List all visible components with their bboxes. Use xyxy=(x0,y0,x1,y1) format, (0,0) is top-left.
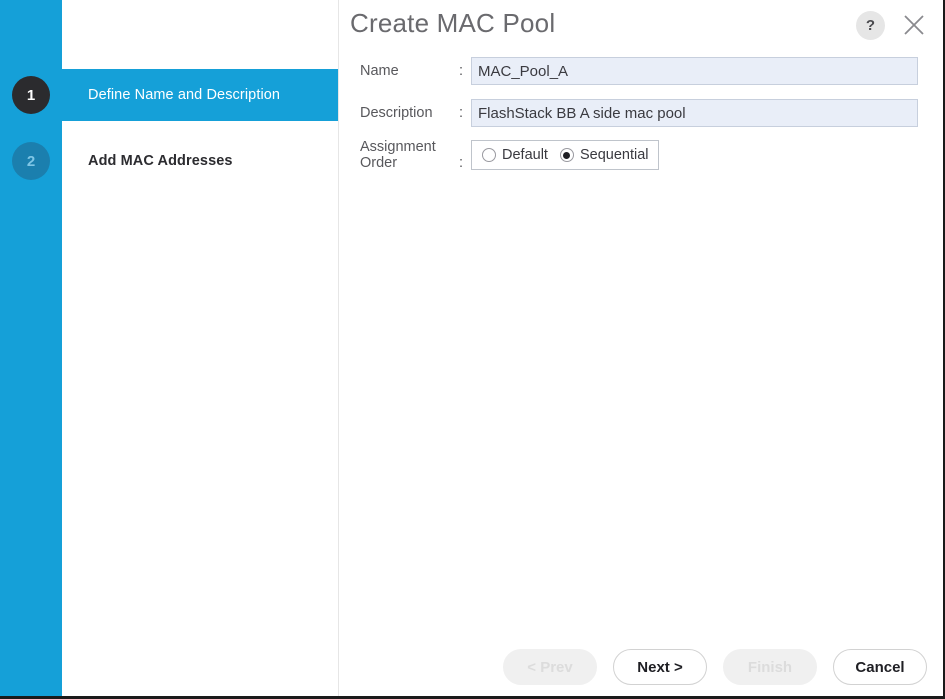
prev-button-label: < Prev xyxy=(527,658,573,676)
radio-mark-sequential xyxy=(559,148,574,162)
next-button[interactable]: Next > xyxy=(613,649,707,685)
prev-button: < Prev xyxy=(503,649,597,685)
assignment-order-label: Assignment Order : xyxy=(339,139,471,171)
radio-mark-default xyxy=(482,148,496,162)
dialog-main-panel: Create MAC Pool ? Name : Description xyxy=(339,0,943,696)
step-number-2: 2 xyxy=(26,152,36,170)
radio-label-sequential: Sequential xyxy=(579,147,649,163)
help-icon[interactable]: ? xyxy=(856,11,885,40)
cancel-button[interactable]: Cancel xyxy=(833,649,927,685)
form-row-name: Name : xyxy=(339,56,943,86)
step-circle-1[interactable]: 1 xyxy=(12,76,50,114)
create-mac-pool-dialog: 1 2 Define Name and Description Add MAC … xyxy=(0,0,945,699)
cancel-button-label: Cancel xyxy=(855,658,905,676)
step-circle-2[interactable]: 2 xyxy=(12,142,50,180)
step-number-1: 1 xyxy=(26,86,36,104)
description-label: Description : xyxy=(339,105,471,121)
description-label-colon: : xyxy=(458,105,463,121)
name-input[interactable] xyxy=(471,57,918,85)
assignment-order-radio-group: Default Sequential xyxy=(471,140,660,170)
finish-button: Finish xyxy=(723,649,817,685)
assignment-order-label-colon: : xyxy=(458,155,463,171)
description-label-text: Description xyxy=(360,105,433,121)
name-label-colon: : xyxy=(458,63,463,79)
radio-option-sequential[interactable]: Sequential xyxy=(559,147,649,163)
wizard-step-rail: 1 2 xyxy=(0,0,62,696)
wizard-sidebar: Define Name and Description Add MAC Addr… xyxy=(62,0,339,696)
next-button-label: Next > xyxy=(637,658,683,676)
dialog-header: Create MAC Pool ? xyxy=(339,0,943,56)
finish-button-label: Finish xyxy=(747,658,793,676)
assignment-order-label-text: Assignment Order xyxy=(360,139,436,171)
sidebar-step-define-name-and-description[interactable]: Define Name and Description xyxy=(62,69,338,121)
dialog-footer: < Prev Next > Finish Cancel xyxy=(487,649,927,685)
description-input[interactable] xyxy=(471,99,918,127)
form-row-description: Description : xyxy=(339,98,943,128)
dialog-title: Create MAC Pool xyxy=(350,8,556,38)
form-row-assignment-order: Assignment Order : Default Sequential xyxy=(339,139,943,171)
sidebar-step-label-1: Define Name and Description xyxy=(88,87,281,103)
mac-pool-form: Name : Description : Assignment Order : xyxy=(339,56,943,182)
radio-option-default[interactable]: Default xyxy=(482,147,548,163)
name-label: Name : xyxy=(339,63,471,79)
radio-label-default: Default xyxy=(502,147,548,163)
name-label-text: Name xyxy=(360,63,399,79)
close-icon[interactable] xyxy=(897,8,931,42)
sidebar-step-label-2: Add MAC Addresses xyxy=(88,153,233,169)
sidebar-step-add-mac-addresses[interactable]: Add MAC Addresses xyxy=(62,135,338,187)
